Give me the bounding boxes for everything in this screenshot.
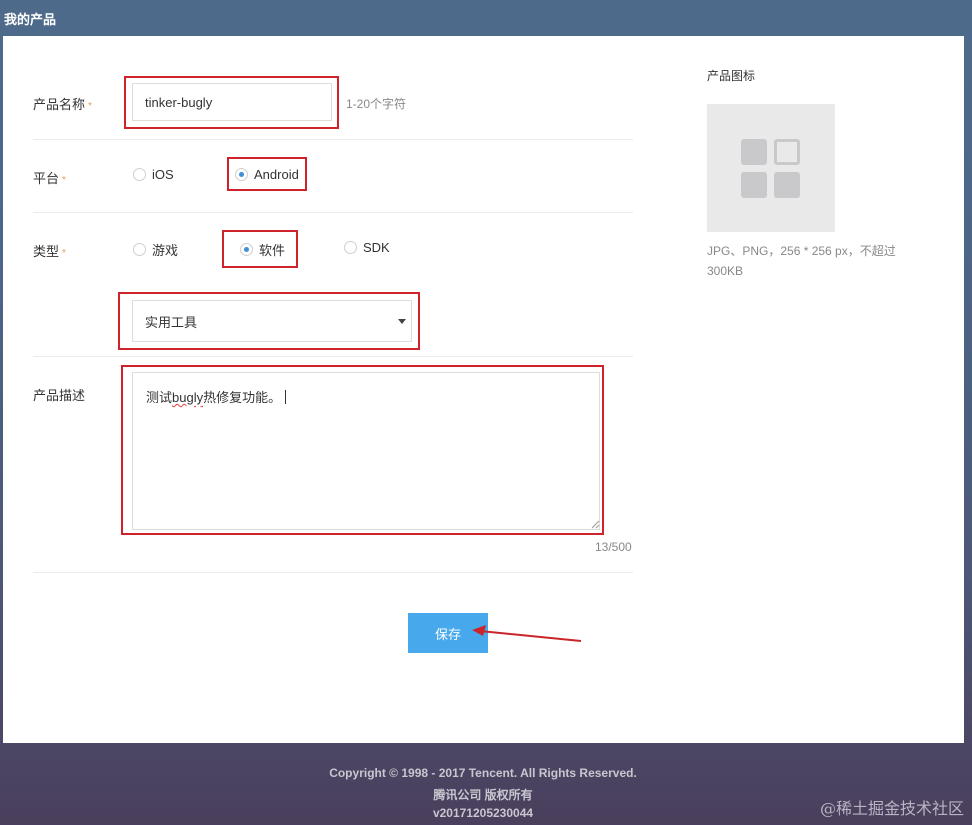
description-textarea[interactable]: 测试bugly热修复功能。 <box>132 372 600 530</box>
radio-checked-icon <box>235 168 248 181</box>
radio-circle-icon <box>344 241 357 254</box>
description-label: 产品描述 <box>33 388 86 403</box>
radio-software[interactable]: 软件 <box>240 240 285 259</box>
radio-game-label: 游戏 <box>152 243 179 258</box>
product-icon-hint: JPG、PNG，256 * 256 px，不超过 300KB <box>707 241 896 281</box>
radio-circle-icon <box>133 168 146 181</box>
description-text: 测试 <box>146 390 173 405</box>
product-icon-hint-line: JPG、PNG，256 * 256 px，不超过 <box>707 244 896 258</box>
watermark: @稀土掘金技术社区 <box>819 799 964 818</box>
app-placeholder-icon <box>741 172 767 198</box>
product-form-panel: 产品名称 * tinker-bugly 1-20个字符 平台 * iOS Andro… <box>3 36 964 743</box>
radio-android[interactable]: Android <box>235 167 299 182</box>
radio-sdk-label: SDK <box>363 240 390 255</box>
radio-checked-icon <box>240 243 253 256</box>
type-label: 类型 * <box>33 244 66 259</box>
divider <box>33 572 633 573</box>
category-select-value: 实用工具 <box>145 314 198 330</box>
arrow-annotation-icon <box>472 625 582 642</box>
chevron-down-icon <box>398 319 406 324</box>
platform-label: 平台 * <box>33 171 66 186</box>
product-name-hint: 1-20个字符 <box>346 97 407 111</box>
footer-copyright: Copyright © 1998 - 2017 Tencent. All Rig… <box>329 766 637 780</box>
text-cursor <box>285 390 287 404</box>
product-name-input[interactable]: tinker-bugly <box>132 83 332 121</box>
radio-android-label: Android <box>254 167 299 182</box>
category-select[interactable]: 实用工具 <box>132 300 412 342</box>
divider <box>33 356 633 357</box>
description-counter: 13/500 <box>595 540 632 554</box>
page-title: 我的产品 <box>4 12 57 27</box>
radio-ios-label: iOS <box>152 167 174 182</box>
product-name-label: 产品名称 * <box>33 97 92 112</box>
radio-sdk[interactable]: SDK <box>344 240 390 255</box>
radio-software-label: 软件 <box>259 243 286 258</box>
product-icon-upload[interactable] <box>707 104 835 232</box>
page-header: 我的产品 <box>0 0 972 36</box>
product-icon-hint-line: 300KB <box>707 264 744 278</box>
description-text: 热修复功能。 <box>203 390 282 405</box>
divider <box>33 139 633 140</box>
product-icon-label: 产品图标 <box>707 69 756 83</box>
divider <box>33 212 633 213</box>
radio-circle-icon <box>133 243 146 256</box>
resize-handle-icon[interactable] <box>591 520 600 529</box>
description-text-misspelled: bugly <box>172 390 204 405</box>
app-placeholder-icon <box>774 139 800 165</box>
radio-ios[interactable]: iOS <box>133 167 174 182</box>
radio-game[interactable]: 游戏 <box>133 240 178 259</box>
app-placeholder-icon <box>774 172 800 198</box>
app-placeholder-icon <box>741 139 767 165</box>
product-name-value: tinker-bugly <box>145 94 213 110</box>
